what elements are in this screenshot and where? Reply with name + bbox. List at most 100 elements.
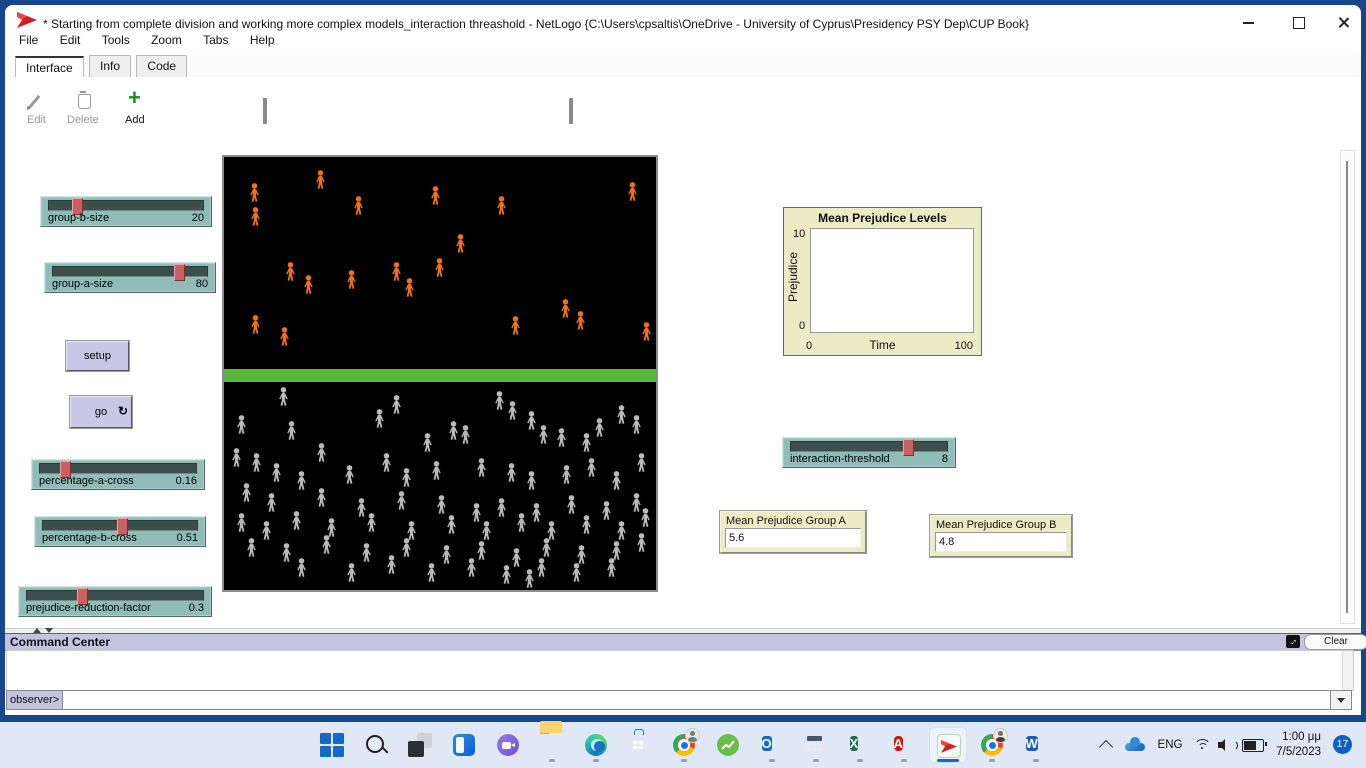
slider-group-a-size[interactable]: group-a-size80 — [44, 262, 216, 293]
title-bar[interactable]: * Starting from complete division and wo… — [5, 5, 1361, 33]
person-turtle-group-a — [464, 558, 479, 578]
add-tool-button[interactable]: Add — [125, 114, 145, 126]
setup-button[interactable]: setup — [66, 341, 129, 371]
netlogo-taskbar-button[interactable] — [929, 727, 967, 763]
person-turtle-group-b — [625, 182, 640, 202]
person-turtle-group-a — [634, 453, 649, 473]
task-view-icon — [408, 733, 432, 757]
chat-button[interactable] — [489, 727, 527, 763]
onedrive-tray-button[interactable] — [1120, 727, 1150, 763]
menu-zoom[interactable]: Zoom — [151, 33, 182, 47]
task-view[interactable] — [401, 727, 439, 763]
menu-tools[interactable]: Tools — [102, 33, 130, 47]
slider-track[interactable] — [52, 266, 208, 277]
person-turtle-group-b — [402, 278, 417, 298]
tray-overflow-button[interactable] — [1092, 727, 1120, 763]
green-chart-app-button[interactable] — [709, 727, 747, 763]
slider-group-b-size[interactable]: group-b-size20 — [40, 196, 212, 227]
widgets-icon — [453, 734, 475, 756]
slider-percentage-a-cross[interactable]: percentage-a-cross 0.16 — [31, 459, 205, 490]
toolbar-separator — [263, 98, 267, 124]
start-button[interactable] — [313, 727, 351, 763]
plot-x-axis-label: Time — [784, 338, 981, 352]
battery-tray-button[interactable] — [1238, 727, 1268, 763]
slider-label: group-a-size — [52, 278, 113, 290]
plot-y-max-tick: 10 — [793, 228, 805, 240]
chrome-profile-avatar — [685, 728, 700, 743]
go-button[interactable]: go ↻ — [70, 396, 132, 428]
maximize-button[interactable] — [1293, 15, 1307, 29]
slider-value: 0.51 — [177, 532, 198, 544]
volume-icon — [1218, 738, 1234, 752]
delete-tool-button[interactable]: Delete — [67, 114, 99, 126]
slider-track[interactable] — [26, 590, 204, 601]
tab-interface[interactable]: Interface — [15, 56, 84, 78]
chrome-profile-button[interactable] — [973, 727, 1011, 763]
excel-button[interactable]: X — [841, 727, 879, 763]
minimize-button[interactable] — [1243, 15, 1257, 29]
tab-info[interactable]: Info — [89, 55, 131, 77]
acrobat-button[interactable]: A — [885, 727, 923, 763]
scrollbar-thumb[interactable] — [1346, 161, 1348, 613]
close-button[interactable] — [1338, 15, 1352, 29]
start-icon — [320, 733, 344, 757]
person-turtle-group-a — [579, 515, 594, 535]
slider-track[interactable] — [42, 520, 198, 531]
command-center-title: Command Center — [10, 635, 110, 649]
taskbar-search[interactable] — [357, 727, 395, 763]
clock[interactable]: 1:00 μμ 7/5/2023 — [1276, 730, 1321, 760]
person-turtle-group-a — [314, 443, 329, 463]
slider-percentage-b-cross[interactable]: percentage-b-cross 0.51 — [34, 516, 206, 547]
menu-edit[interactable]: Edit — [60, 33, 81, 47]
person-turtle-group-a — [289, 511, 304, 531]
slider-label: group-b-size — [48, 212, 109, 224]
person-turtle-group-b — [247, 183, 262, 203]
command-history-dropdown[interactable] — [1331, 690, 1352, 710]
slider-label: percentage-a-cross — [39, 475, 134, 487]
notification-badge[interactable]: 17 — [1333, 735, 1352, 754]
vertical-scrollbar[interactable] — [1340, 150, 1355, 624]
person-turtle-group-a — [569, 563, 584, 583]
slider-label: percentage-b-cross — [42, 532, 137, 544]
tab-code[interactable]: Code — [136, 55, 187, 77]
command-input[interactable] — [63, 690, 1331, 710]
clear-button[interactable]: Clear — [1304, 634, 1366, 650]
plot-mean-prejudice-levels[interactable]: Mean Prejudice Levels 10 Prejudice 0 0 T… — [783, 207, 982, 356]
edge-button[interactable] — [577, 727, 615, 763]
store-button[interactable] — [621, 727, 659, 763]
calculator-button[interactable] — [797, 727, 835, 763]
language-indicator[interactable]: ENG — [1152, 727, 1188, 763]
slider-interaction-threshold[interactable]: interaction-threshold8 — [782, 437, 956, 468]
output-scrollbar[interactable] — [1342, 651, 1353, 690]
command-center-output[interactable] — [6, 650, 1354, 691]
outlook-button[interactable]: O — [753, 727, 791, 763]
person-turtle-group-b — [351, 196, 366, 216]
person-turtle-group-b — [573, 311, 588, 331]
slider-track[interactable] — [790, 441, 948, 452]
file-explorer-button[interactable] — [533, 727, 571, 763]
person-turtle-group-a — [469, 503, 484, 523]
slider-prejudice-reduction-factor[interactable]: prejudice-reduction-factor0.3 — [18, 586, 212, 617]
slider-track[interactable] — [39, 463, 197, 474]
plot-title: Mean Prejudice Levels — [784, 211, 981, 225]
word-button[interactable]: W — [1017, 727, 1055, 763]
person-turtle-group-a — [599, 501, 614, 521]
menu-tabs[interactable]: Tabs — [203, 33, 228, 47]
person-turtle-group-a — [529, 503, 544, 523]
expand-icon[interactable]: ↔ — [1286, 635, 1300, 648]
plot-area — [810, 228, 974, 333]
world-view[interactable] — [222, 155, 658, 592]
person-turtle-group-b — [508, 316, 523, 336]
person-turtle-group-b — [313, 170, 328, 190]
person-turtle-group-a — [244, 538, 259, 558]
menu-help[interactable]: Help — [250, 33, 275, 47]
slider-value: 0.16 — [176, 475, 197, 487]
volume-tray-button[interactable] — [1213, 727, 1239, 763]
excel-icon: X — [850, 736, 859, 751]
slider-track[interactable] — [48, 200, 204, 211]
edit-tool-button[interactable]: Edit — [27, 114, 46, 126]
widgets-button[interactable] — [445, 727, 483, 763]
command-prompt-row: observer> — [6, 690, 1352, 710]
chrome-button[interactable] — [665, 727, 703, 763]
menu-file[interactable]: File — [19, 33, 38, 47]
